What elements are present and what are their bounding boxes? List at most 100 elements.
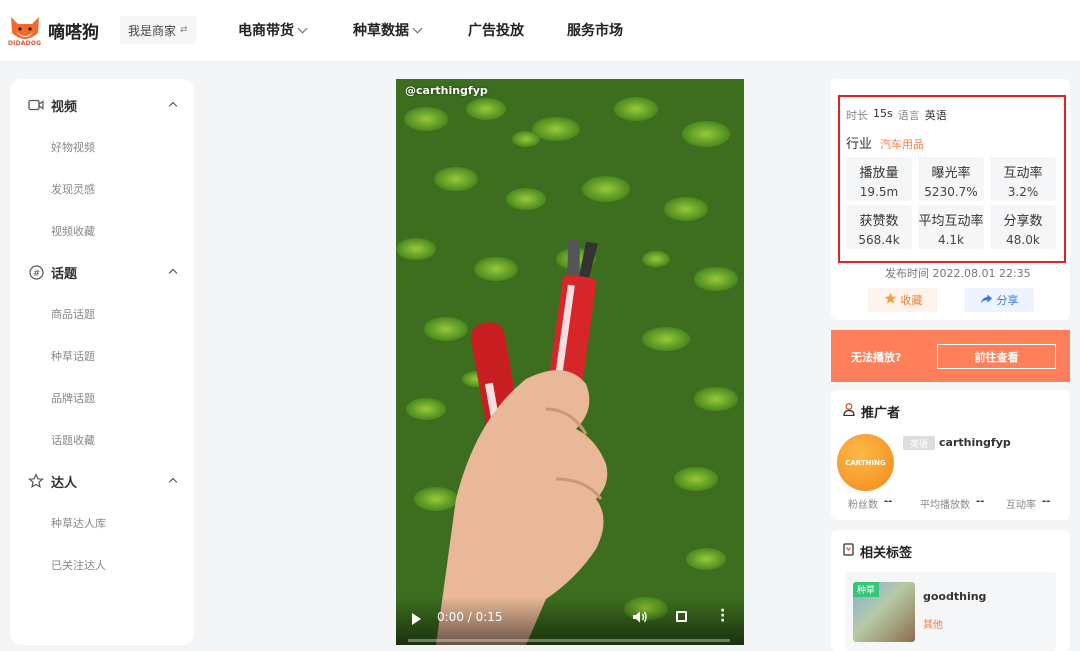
sidebar-item-topic-favorites[interactable]: 话题收藏: [51, 432, 95, 448]
hashtag-icon: #: [28, 264, 44, 280]
go-view-button[interactable]: 前往查看: [937, 344, 1056, 369]
more-options-icon[interactable]: · · ·: [720, 604, 725, 628]
language-label: 语言: [897, 109, 920, 122]
tag-name[interactable]: goodthing: [923, 590, 986, 603]
stat-shares: 分享数 48.0k: [990, 205, 1056, 249]
meta-row: 时长 15s 语言 英语: [846, 107, 947, 123]
stat-interaction-rate: 互动率 3.2%: [990, 157, 1056, 201]
play-icon[interactable]: [412, 613, 421, 625]
highlight-box: 时长 15s 语言 英语 行业 汽车用品 播放量 19.5m 曝光率 5230.…: [838, 95, 1066, 263]
banner-text: 无法播放?: [851, 351, 902, 364]
video-watermark: @carthingfyp: [405, 84, 488, 97]
merchant-label: 我是商家: [128, 23, 177, 38]
publish-time: 发布时间 2022.08.01 22:35: [885, 265, 1031, 281]
nav-ads[interactable]: 广告投放: [468, 20, 524, 40]
stat-label: 获赞数: [859, 214, 899, 229]
person-icon: [843, 403, 855, 420]
section-label: 话题: [51, 266, 78, 282]
tag-thumbnail: 种草: [853, 582, 915, 642]
tag-item[interactable]: 种草 goodthing 其他: [845, 572, 1056, 651]
video-time: 0:00 / 0:15: [437, 610, 503, 624]
nav-ecommerce[interactable]: 电商带货: [238, 20, 308, 40]
share-button[interactable]: 分享: [964, 288, 1034, 312]
video-progress-bar[interactable]: [408, 639, 730, 642]
top-navigation: DIDADOG 嘀嗒狗 我是商家 ⇄ 电商带货 种草数据 广告投放 服务市场: [0, 0, 1080, 62]
nav-seeding-data[interactable]: 种草数据: [353, 20, 423, 40]
chevron-up-icon[interactable]: [168, 477, 178, 487]
stat-exposure-rate: 曝光率 5230.7%: [918, 157, 984, 201]
cannot-play-banner: 无法播放? 前往查看: [831, 330, 1070, 382]
stat-label: 互动率: [1003, 166, 1043, 181]
language-value: 英语: [924, 109, 947, 122]
video-frame: [396, 79, 744, 645]
card-title-text: 相关标签: [860, 546, 913, 561]
swap-icon: ⇄: [180, 25, 188, 35]
stat-label: 曝光率: [931, 166, 971, 181]
sidebar-section-video[interactable]: 视频: [10, 93, 194, 117]
sidebar-section-influencer[interactable]: 达人: [10, 469, 194, 493]
industry-label: 行业: [846, 137, 873, 152]
svg-text:#: #: [32, 268, 40, 278]
fullscreen-icon[interactable]: [676, 611, 687, 622]
stat-label: 播放量: [859, 166, 899, 181]
nav-label: 电商带货: [238, 23, 294, 39]
stat-value: 568.4k: [858, 233, 900, 247]
stat-label: 分享数: [1003, 214, 1043, 229]
publish-value: 2022.08.01 22:35: [932, 267, 1031, 280]
stat-value: 4.1k: [937, 233, 965, 247]
nav-label: 种草数据: [353, 23, 409, 39]
brand-name[interactable]: 嘀嗒狗: [48, 18, 99, 43]
stat-value: 48.0k: [1006, 233, 1040, 247]
promoter-name[interactable]: carthingfyp: [939, 436, 1011, 449]
tag-type: 其他: [923, 620, 943, 631]
nav-service-market[interactable]: 服务市场: [567, 20, 623, 40]
tags-title: 相关标签: [843, 542, 912, 561]
sidebar-item-brand-topics[interactable]: 品牌话题: [51, 390, 95, 406]
bookmark-icon: [843, 543, 854, 560]
publish-label: 发布时间: [885, 267, 929, 280]
sidebar-item-good-videos[interactable]: 好物视频: [51, 139, 95, 155]
nav-label: 广告投放: [468, 23, 524, 39]
duration-label: 时长: [846, 109, 868, 122]
stat-value: 19.5m: [859, 185, 899, 199]
merchant-switch-button[interactable]: 我是商家 ⇄: [120, 16, 196, 44]
star-icon: [28, 473, 44, 489]
section-label: 视频: [51, 99, 78, 115]
sidebar-item-inspiration[interactable]: 发现灵感: [51, 181, 95, 197]
video-player[interactable]: @carthingfyp 0:00 / 0:15 · · ·: [396, 79, 744, 645]
video-icon: [28, 97, 44, 113]
language-badge: 英语: [903, 436, 935, 450]
sidebar-item-video-favorites[interactable]: 视频收藏: [51, 223, 95, 239]
favorite-button[interactable]: 收藏: [868, 288, 938, 312]
related-tags-card: 相关标签 种草 goodthing 其他: [831, 530, 1070, 651]
stat-label: 平均播放数: [920, 500, 970, 511]
chevron-down-icon: [297, 23, 308, 33]
chevron-up-icon[interactable]: [168, 268, 178, 278]
sidebar-section-topic[interactable]: # 话题: [10, 260, 194, 284]
sidebar-item-followed-influencers[interactable]: 已关注达人: [51, 557, 106, 573]
tag-badge: 种草: [853, 582, 880, 597]
stat-value: --: [1042, 496, 1051, 507]
stat-value: 5230.7%: [924, 185, 978, 199]
promoter-card: 推广者 CARTHING 英语 carthingfyp 粉丝数 -- 平均播放数…: [831, 390, 1070, 520]
video-controls: 0:00 / 0:15 · · ·: [396, 597, 744, 645]
sidebar-item-influencer-library[interactable]: 种草达人库: [51, 515, 106, 531]
volume-icon[interactable]: [632, 610, 648, 628]
stat-plays: 播放量 19.5m: [846, 157, 912, 201]
industry-tag[interactable]: 汽车用品: [880, 136, 924, 152]
share-icon: [980, 293, 993, 308]
stat-likes: 获赞数 568.4k: [846, 205, 912, 249]
stat-avg-interaction: 平均互动率 4.1k: [918, 205, 984, 249]
sidebar: 视频 好物视频 发现灵感 视频收藏 # 话题 商品话题 种草话题 品牌话题 话题…: [10, 79, 194, 645]
chevron-up-icon[interactable]: [168, 101, 178, 111]
promoter-title: 推广者: [843, 402, 900, 421]
stat-label: 平均互动率: [918, 214, 984, 229]
sidebar-item-product-topics[interactable]: 商品话题: [51, 306, 95, 322]
avatar[interactable]: CARTHING: [837, 434, 894, 491]
sidebar-item-seeding-topics[interactable]: 种草话题: [51, 348, 95, 364]
stat-value: --: [976, 496, 985, 507]
stat-label: 粉丝数: [848, 500, 878, 511]
stat-label: 互动率: [1006, 500, 1036, 511]
promoter-followers: 粉丝数 --: [848, 496, 892, 511]
share-label: 分享: [996, 294, 1019, 307]
